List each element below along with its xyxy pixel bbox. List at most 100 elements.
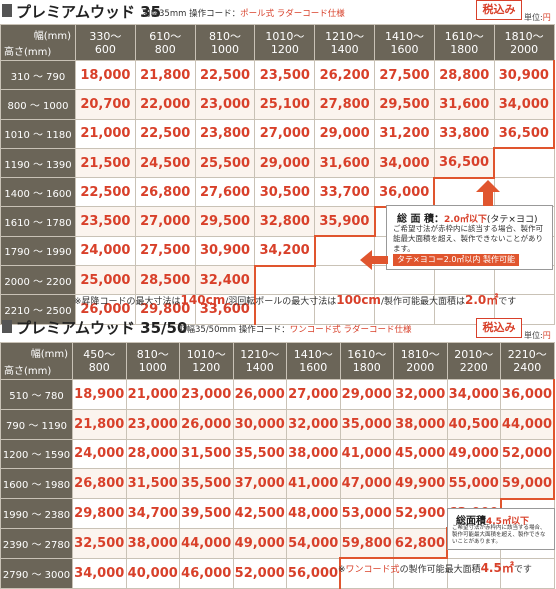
price-cell: 34,200 <box>254 235 316 267</box>
width-range-header: 2210～ 2400 <box>500 342 555 380</box>
table-row: 310 ～ 790 18,000 21,800 22,500 23,500 26,200 2… <box>0 59 555 91</box>
price-cell: 23,000 <box>125 408 180 440</box>
price-cell: 21,500 <box>75 147 136 179</box>
price-cell: 26,000 <box>179 408 234 440</box>
price-cell: 34,000 <box>493 89 555 120</box>
price-cell: 49,000 <box>446 438 501 470</box>
price-cell: 26,000 <box>232 379 287 410</box>
table-corner: 幅(mm) 高さ(mm) <box>0 24 76 61</box>
width-range-header: 2010～ 2200 <box>446 342 501 380</box>
price-cell: 41,000 <box>339 438 394 470</box>
price-cell: 29,800 <box>72 498 127 529</box>
width-range-header: 610～ 800 <box>134 24 196 61</box>
table-row: 510 ～ 780 18,900 21,000 23,000 26,000 27,000 2… <box>0 379 555 410</box>
unit-label: 単位:円 <box>524 331 551 340</box>
price-cell: 38,000 <box>286 438 341 470</box>
product-title: プレミアムウッド 35/50 <box>16 319 188 337</box>
price-cell: 23,500 <box>254 59 316 91</box>
price-cell: 52,000 <box>500 438 555 470</box>
price-cell: 37,000 <box>232 468 287 500</box>
spec-text: 羽幅35/50mm 操作コード：ワンコード式 ラダーコード仕様 <box>178 325 412 335</box>
area-limit-note: ご希望寸法が赤枠内に該当する場合、製作可能最大面積を超え、製作できないことがあり… <box>393 224 543 253</box>
table-row: 790 ～ 1190 21,800 23,000 26,000 30,000 32,000… <box>0 408 555 440</box>
footnote: ※昇降コードの最大寸法は140cm/羽回転ポールの最大寸法は100cm/製作可能… <box>74 293 517 307</box>
width-range-header: 1010～ 1200 <box>179 342 234 380</box>
price-cell: 41,000 <box>286 468 341 500</box>
price-cell: 35,500 <box>179 468 234 500</box>
price-cell: 52,000 <box>232 557 287 589</box>
price-cell: 27,000 <box>286 379 341 410</box>
price-cell: 40,000 <box>125 557 180 589</box>
price-cell: 34,000 <box>374 147 435 179</box>
price-cell: 25,500 <box>194 147 256 179</box>
table-corner: 幅(mm) 高さ(mm) <box>0 342 73 380</box>
height-range-label: 1610 ～ 1780 <box>0 206 76 237</box>
height-header: 高さ(mm) <box>4 47 52 58</box>
arrow-up-icon <box>476 180 500 206</box>
price-cell: 27,500 <box>374 59 435 91</box>
price-cell: 27,800 <box>314 89 376 120</box>
tax-included-badge: 税込み <box>476 318 522 338</box>
price-cell: 44,000 <box>179 527 234 559</box>
price-table: 幅(mm) 高さ(mm) 450～ 800 810～ 1000 1010～ 1200 1210～… <box>0 342 555 589</box>
price-cell: 30,900 <box>493 59 555 91</box>
price-cell: 42,500 <box>232 498 287 529</box>
price-cell: 56,000 <box>286 557 341 589</box>
height-range-label: 1790 ～ 1990 <box>0 235 76 267</box>
price-cell: 22,500 <box>194 59 256 91</box>
width-range-header: 1410～ 1600 <box>286 342 341 380</box>
arrow-left-icon <box>360 250 388 270</box>
footnote: ※ワンコード式の製作可能最大面積4.5㎡です <box>338 561 532 575</box>
price-cell: 59,800 <box>339 527 394 559</box>
price-cell: 23,500 <box>75 206 136 237</box>
header-bar-icon <box>2 320 12 333</box>
table-row: 1190 ～ 1390 21,500 24,500 25,500 29,000 31,60… <box>0 147 555 179</box>
price-cell: 18,900 <box>72 379 127 410</box>
height-range-label: 2790 ～ 3000 <box>0 557 73 589</box>
price-cell: 23,000 <box>179 379 234 410</box>
price-cell: 32,800 <box>254 206 316 237</box>
section-header: プレミアムウッド 35/50 羽幅35/50mm 操作コード：ワンコード式 ラダ… <box>0 316 556 340</box>
price-cell: 25,100 <box>254 89 316 120</box>
price-cell: 27,600 <box>194 177 256 208</box>
width-range-header: 1210～ 1400 <box>314 24 376 61</box>
height-range-label: 1400 ～ 1600 <box>0 177 76 208</box>
price-cell: 31,500 <box>179 438 234 470</box>
area-limit-note: ご希望寸法が赤枠内に該当する場合、製作可能最大面積を超え、製作できないことがあり… <box>452 525 546 545</box>
price-cell: 24,000 <box>72 438 127 470</box>
price-cell: 38,000 <box>393 408 448 440</box>
unit-label: 単位:円 <box>524 13 551 22</box>
area-limit-title: 総 面 積：2.0㎡以下(タテ×ヨコ) <box>397 214 538 225</box>
price-cell: 40,500 <box>446 408 501 440</box>
header-bar-icon <box>2 4 12 17</box>
price-cell: 31,200 <box>374 118 435 149</box>
height-range-label: 2390 ～ 2780 <box>0 527 73 559</box>
price-cell: 29,000 <box>254 147 316 179</box>
price-cell: 59,000 <box>500 468 555 500</box>
price-cell: 29,000 <box>339 379 394 410</box>
height-range-label: 790 ～ 1190 <box>0 408 73 440</box>
price-cell: 20,700 <box>75 89 136 120</box>
height-range-label: 1200 ～ 1590 <box>0 438 73 470</box>
table-row: 800 ～ 1000 20,700 22,000 23,000 25,100 27,800… <box>0 89 555 120</box>
price-cell: 29,500 <box>374 89 435 120</box>
price-cell: 32,500 <box>72 527 127 559</box>
width-range-header: 1010～ 1200 <box>254 24 316 61</box>
width-range-header: 810～ 1000 <box>194 24 256 61</box>
price-table: 幅(mm) 高さ(mm) 330～ 600 610～ 800 810～ 1000 1010～ 12… <box>0 24 555 325</box>
price-cell: 32,000 <box>286 408 341 440</box>
price-cell: 21,800 <box>72 408 127 440</box>
price-cell: 36,000 <box>500 379 555 410</box>
price-cell: 22,500 <box>75 177 136 208</box>
price-cell: 53,000 <box>339 498 394 529</box>
price-cell: 22,000 <box>134 89 196 120</box>
price-cell: 49,000 <box>232 527 287 559</box>
price-cell: 23,800 <box>194 118 256 149</box>
price-cell: 30,000 <box>232 408 287 440</box>
price-cell: 32,000 <box>393 379 448 410</box>
height-range-label: 800 ～ 1000 <box>0 89 76 120</box>
width-range-header: 450～ 800 <box>72 342 127 380</box>
price-cell: 27,000 <box>134 206 196 237</box>
price-cell: 35,000 <box>339 408 394 440</box>
price-cell: 38,000 <box>125 527 180 559</box>
